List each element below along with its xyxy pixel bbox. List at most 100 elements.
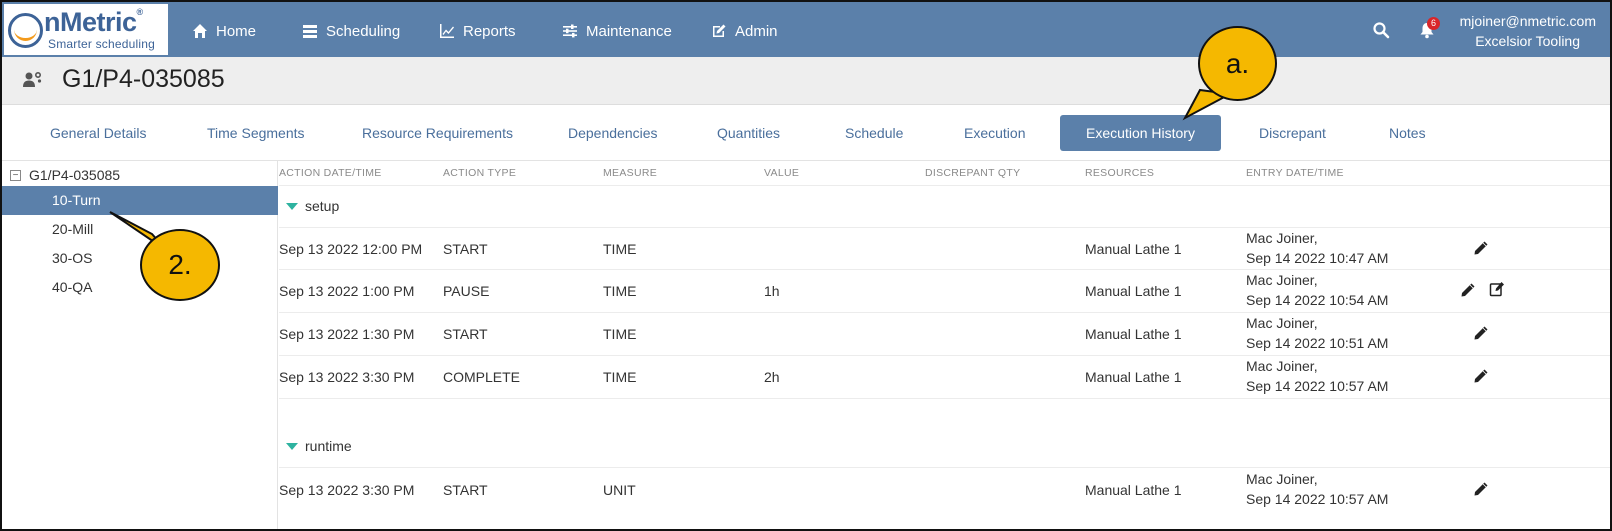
tab-bar: General Details Time Segments Resource R… xyxy=(2,105,1610,161)
cell-action-type: COMPLETE xyxy=(443,369,521,385)
execution-history-table: Action Date/Time Action Type Measure Val… xyxy=(279,161,1610,529)
cell-entry-datetime: Sep 14 2022 10:57 AM xyxy=(1246,378,1389,394)
search-icon[interactable] xyxy=(1372,21,1390,39)
cell-measure: TIME xyxy=(603,241,637,257)
cell-action-datetime: Sep 13 2022 3:30 PM xyxy=(279,482,415,498)
nav-home-label: Home xyxy=(216,22,257,40)
callout-2: 2. xyxy=(140,229,220,301)
col-header-discrepant-qty[interactable]: Discrepant Qty xyxy=(925,167,1020,179)
edit-icon xyxy=(713,24,726,37)
nav-reports[interactable]: Reports xyxy=(439,21,516,41)
callout-a: a. xyxy=(1198,26,1277,101)
app-frame: nMetric® Smarter scheduling Home Schedul… xyxy=(0,0,1612,531)
col-header-value[interactable]: Value xyxy=(764,167,799,179)
tab-schedule[interactable]: Schedule xyxy=(835,115,913,151)
collapse-icon[interactable]: − xyxy=(10,169,21,181)
cell-entry-datetime: Sep 14 2022 10:51 AM xyxy=(1246,335,1389,351)
tab-execution[interactable]: Execution xyxy=(954,115,1035,151)
row-divider xyxy=(279,467,1610,468)
nav-scheduling-label: Scheduling xyxy=(326,22,401,40)
cell-action-datetime: Sep 13 2022 1:00 PM xyxy=(279,283,415,299)
cell-action-type: START xyxy=(443,326,488,342)
logo-wordmark: nMetric xyxy=(44,7,137,37)
list-icon xyxy=(303,25,317,38)
user-email[interactable]: mjoiner@nmetric.com xyxy=(1460,13,1596,29)
cell-resources: Manual Lathe 1 xyxy=(1085,241,1182,257)
group-toggle-runtime[interactable]: runtime xyxy=(286,438,352,454)
pencil-icon[interactable] xyxy=(1460,282,1476,298)
row-divider xyxy=(279,398,1610,399)
nav-reports-label: Reports xyxy=(463,22,516,40)
tab-quantities[interactable]: Quantities xyxy=(707,115,790,151)
cell-entry-datetime: Sep 14 2022 10:57 AM xyxy=(1246,491,1389,507)
cell-resources: Manual Lathe 1 xyxy=(1085,326,1182,342)
company-name[interactable]: Excelsior Tooling xyxy=(1475,33,1580,49)
tab-resource-requirements[interactable]: Resource Requirements xyxy=(352,115,523,151)
title-bar: G1/P4-035085 xyxy=(2,57,1610,105)
nav-home[interactable]: Home xyxy=(192,21,256,41)
row-divider xyxy=(279,227,1610,228)
cell-action-datetime: Sep 13 2022 3:30 PM xyxy=(279,369,415,385)
cell-action-type: START xyxy=(443,241,488,257)
page-title: G1/P4-035085 xyxy=(62,65,225,93)
col-header-action-datetime[interactable]: Action Date/Time xyxy=(279,167,382,179)
cell-resources: Manual Lathe 1 xyxy=(1085,482,1182,498)
cell-entry-user: Mac Joiner, xyxy=(1246,272,1318,288)
cell-measure: TIME xyxy=(603,283,637,299)
tab-general-details[interactable]: General Details xyxy=(40,115,157,151)
nav-maintenance[interactable]: Maintenance xyxy=(562,21,672,41)
edit-note-icon[interactable] xyxy=(1489,281,1505,297)
cell-resources: Manual Lathe 1 xyxy=(1085,283,1182,299)
operation-tree: − G1/P4-035085 10-Turn 20-Mill 30-OS 40-… xyxy=(2,161,278,529)
cell-action-type: START xyxy=(443,482,488,498)
col-header-action-type[interactable]: Action Type xyxy=(443,167,516,179)
cell-measure: TIME xyxy=(603,326,637,342)
operation-group-icon xyxy=(23,71,42,87)
row-divider xyxy=(279,355,1610,356)
row-divider xyxy=(279,312,1610,313)
tab-notes[interactable]: Notes xyxy=(1379,115,1436,151)
tree-item-40-qa[interactable]: 40-QA xyxy=(2,273,278,302)
top-nav: nMetric® Smarter scheduling Home Schedul… xyxy=(2,2,1610,57)
chart-icon xyxy=(440,24,454,38)
cell-measure: UNIT xyxy=(603,482,636,498)
pencil-icon[interactable] xyxy=(1473,240,1489,256)
cell-action-datetime: Sep 13 2022 1:30 PM xyxy=(279,326,415,342)
cell-action-type: PAUSE xyxy=(443,283,490,299)
nav-scheduling[interactable]: Scheduling xyxy=(302,21,400,41)
tree-item-20-mill[interactable]: 20-Mill xyxy=(2,215,278,244)
pencil-icon[interactable] xyxy=(1473,481,1489,497)
col-header-entry-datetime[interactable]: Entry Date/Time xyxy=(1246,167,1344,179)
cell-action-datetime: Sep 13 2022 12:00 PM xyxy=(279,241,423,257)
cell-entry-datetime: Sep 14 2022 10:47 AM xyxy=(1246,250,1389,266)
tab-discrepant[interactable]: Discrepant xyxy=(1249,115,1336,151)
nav-admin[interactable]: Admin xyxy=(711,21,778,41)
pencil-icon[interactable] xyxy=(1473,368,1489,384)
nmetric-logo[interactable]: nMetric® Smarter scheduling xyxy=(4,4,168,55)
col-header-resources[interactable]: Resources xyxy=(1085,167,1154,179)
cell-entry-user: Mac Joiner, xyxy=(1246,315,1318,331)
tab-execution-history[interactable]: Execution History xyxy=(1060,115,1221,151)
logo-mark-icon xyxy=(8,13,43,48)
group-label: setup xyxy=(305,198,340,214)
cell-measure: TIME xyxy=(603,369,637,385)
logo-tagline: Smarter scheduling xyxy=(48,37,155,51)
tree-item-10-turn[interactable]: 10-Turn xyxy=(2,186,278,215)
nav-maintenance-label: Maintenance xyxy=(586,22,672,40)
sliders-icon xyxy=(563,24,577,38)
tree-root-label: G1/P4-035085 xyxy=(29,167,121,183)
cell-resources: Manual Lathe 1 xyxy=(1085,369,1182,385)
cell-entry-user: Mac Joiner, xyxy=(1246,230,1318,246)
cell-entry-datetime: Sep 14 2022 10:54 AM xyxy=(1246,292,1389,308)
logo-registered-mark: ® xyxy=(136,7,144,17)
tab-time-segments[interactable]: Time Segments xyxy=(197,115,315,151)
col-header-measure[interactable]: Measure xyxy=(603,167,657,179)
header-divider xyxy=(279,185,1610,186)
pencil-icon[interactable] xyxy=(1473,325,1489,341)
nav-admin-label: Admin xyxy=(735,22,778,40)
tree-root[interactable]: − G1/P4-035085 xyxy=(10,167,120,183)
tab-dependencies[interactable]: Dependencies xyxy=(558,115,668,151)
group-toggle-setup[interactable]: setup xyxy=(286,198,339,214)
cell-value: 1h xyxy=(764,283,780,299)
home-icon xyxy=(193,24,207,38)
